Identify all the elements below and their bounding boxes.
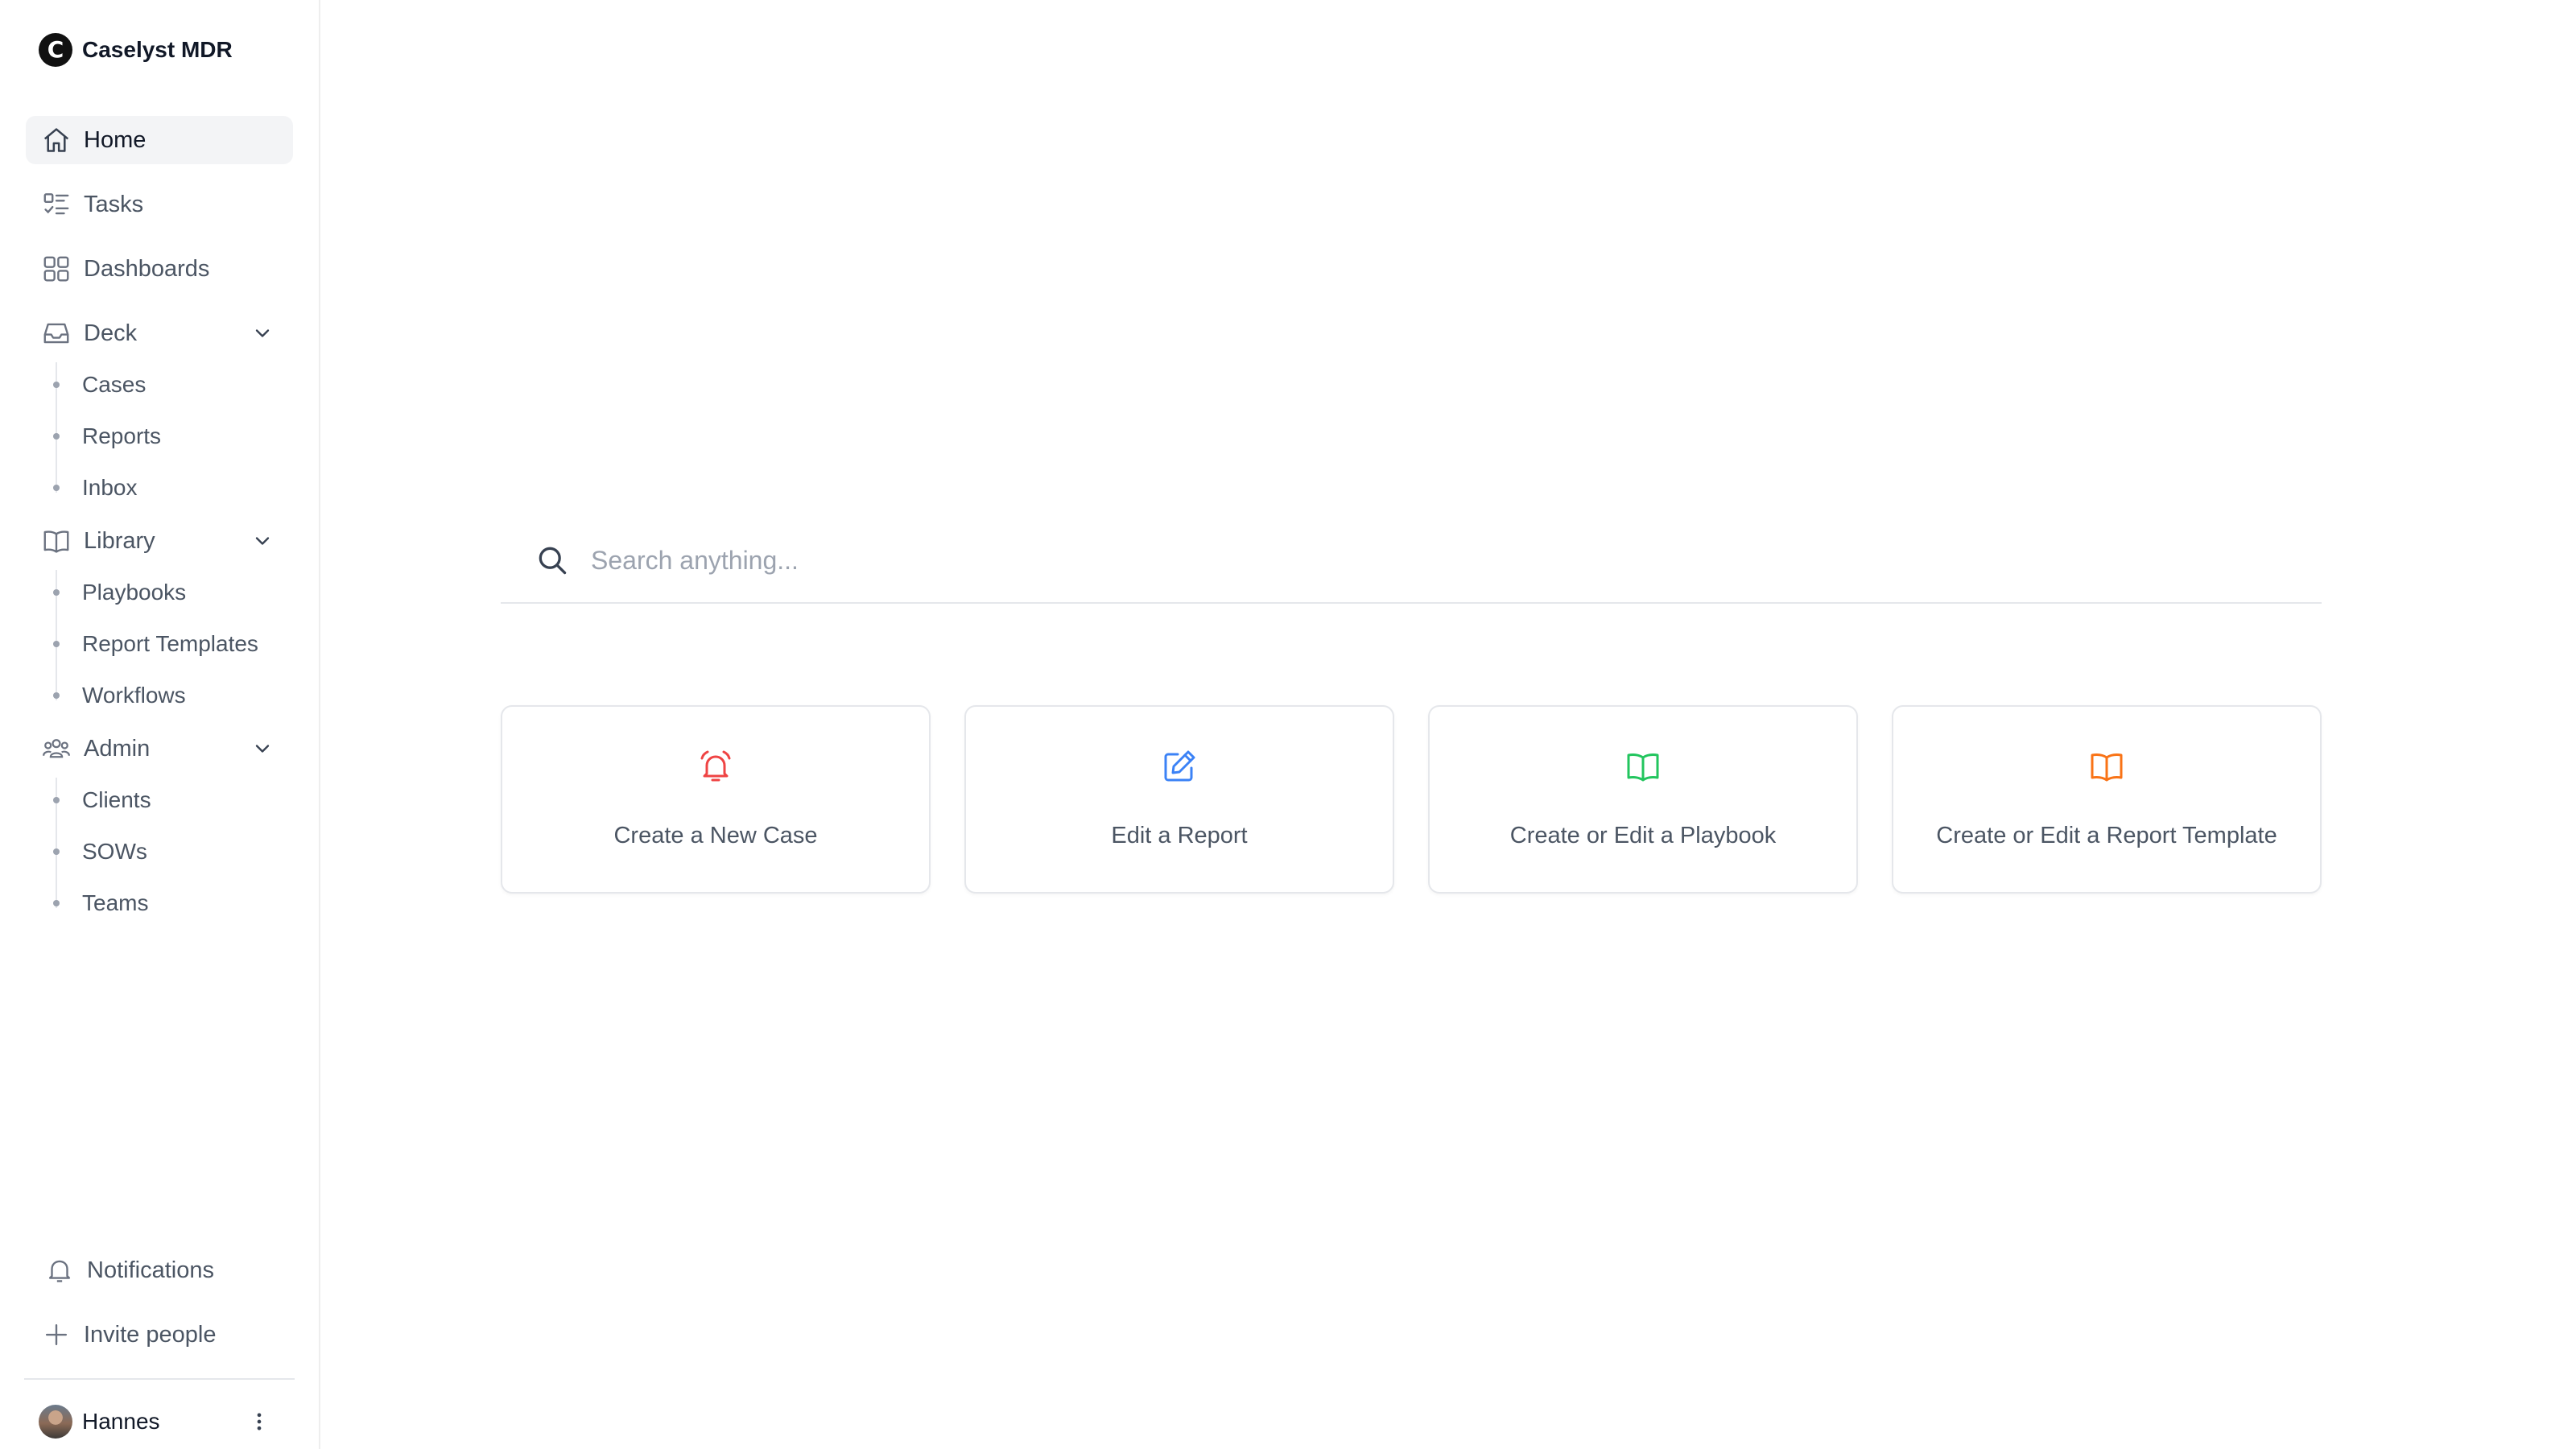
bullet-dot: [53, 797, 60, 803]
sidebar-subitem-workflows[interactable]: Workflows: [50, 676, 186, 715]
sidebar-subitem-label: Reports: [82, 423, 162, 448]
sidebar-subitem-label: Clients: [82, 787, 151, 812]
home-icon: [40, 124, 72, 156]
brand[interactable]: C Caselyst MDR: [39, 32, 233, 68]
sidebar-item-label: Tasks: [84, 191, 144, 217]
sidebar-subitem-label: Inbox: [82, 475, 138, 500]
sidebar-item-label: Admin: [84, 735, 151, 762]
search-icon: [539, 547, 567, 575]
edit-report-card[interactable]: Edit a Report: [964, 705, 1394, 894]
card-label: Create or Edit a Playbook: [1509, 823, 1777, 848]
avatar: [39, 1405, 72, 1439]
sidebar-subitem-teams[interactable]: Teams: [50, 884, 148, 923]
sidebar-subitem-clients[interactable]: Clients: [50, 781, 151, 819]
sidebar-group-library[interactable]: Library: [26, 517, 293, 565]
sidebar-item-dashboards[interactable]: Dashboards: [26, 245, 293, 293]
sidebar: C Caselyst MDR Home Tasks Dashboards Dec…: [0, 0, 320, 1449]
playbook-card[interactable]: Create or Edit a Playbook: [1428, 705, 1858, 894]
user-profile[interactable]: Hannes: [39, 1402, 280, 1441]
sidebar-item-label: Library: [84, 527, 155, 554]
search-input[interactable]: [591, 536, 2281, 584]
sidebar-subitem-playbooks[interactable]: Playbooks: [50, 573, 186, 612]
search-bar: [501, 518, 2322, 604]
sidebar-subitem-label: Workflows: [82, 683, 186, 708]
sidebar-item-label: Deck: [84, 320, 138, 346]
card-label: Edit a Report: [1111, 823, 1248, 848]
sidebar-subitem-reports[interactable]: Reports: [50, 417, 161, 456]
sidebar-item-label: Home: [84, 126, 147, 153]
bullet-dot: [53, 382, 60, 388]
sidebar-subitem-label: SOWs: [82, 839, 147, 864]
sidebar-item-label: Dashboards: [84, 255, 210, 282]
sidebar-group-admin[interactable]: Admin: [26, 724, 293, 773]
dashboard-grid-icon: [40, 253, 72, 285]
sidebar-subitem-label: Report Templates: [82, 631, 258, 656]
brand-logo-icon: C: [39, 33, 72, 67]
report-template-card[interactable]: Create or Edit a Report Template: [1892, 705, 2322, 894]
card-label: Create or Edit a Report Template: [1936, 823, 2277, 848]
users-group-icon: [40, 733, 72, 765]
invite-people-button[interactable]: Invite people: [26, 1311, 293, 1359]
sidebar-item-label: Notifications: [87, 1257, 214, 1283]
create-new-case-card[interactable]: Create a New Case: [501, 705, 931, 894]
open-book-icon: [2091, 753, 2123, 782]
sidebar-item-notifications[interactable]: Notifications: [29, 1246, 296, 1294]
alarm-bell-icon: [700, 750, 731, 782]
sidebar-subitem-sows[interactable]: SOWs: [50, 832, 147, 871]
bullet-dot: [53, 485, 60, 491]
chevron-down-icon[interactable]: [251, 737, 274, 760]
bullet-dot: [53, 692, 60, 699]
sidebar-subitem-inbox[interactable]: Inbox: [50, 469, 138, 507]
more-options-icon[interactable]: [248, 1410, 270, 1433]
bullet-dot: [53, 589, 60, 596]
open-book-icon: [40, 525, 72, 557]
bell-icon: [43, 1254, 76, 1286]
plus-icon: [40, 1319, 72, 1351]
bullet-dot: [53, 641, 60, 647]
sidebar-subitem-report-templates[interactable]: Report Templates: [50, 625, 258, 663]
open-book-icon: [1627, 753, 1659, 782]
edit-pencil-icon: [1164, 750, 1195, 782]
bullet-dot: [53, 433, 60, 440]
user-name: Hannes: [82, 1409, 160, 1434]
sidebar-subitem-label: Teams: [82, 890, 149, 915]
chevron-down-icon[interactable]: [251, 322, 274, 345]
sidebar-item-label: Invite people: [84, 1321, 217, 1348]
chevron-down-icon[interactable]: [251, 530, 274, 552]
card-label: Create a New Case: [613, 823, 818, 848]
brand-name: Caselyst MDR: [82, 37, 233, 62]
app-root: C Caselyst MDR Home Tasks Dashboards Dec…: [0, 0, 2576, 1449]
sidebar-subitem-cases[interactable]: Cases: [50, 365, 146, 404]
sidebar-item-tasks[interactable]: Tasks: [26, 180, 293, 229]
inbox-tray-icon: [40, 317, 72, 349]
tasks-icon: [40, 188, 72, 221]
sidebar-subitem-label: Playbooks: [82, 580, 187, 605]
sidebar-subitem-label: Cases: [82, 372, 147, 397]
sidebar-divider: [24, 1378, 295, 1380]
sidebar-group-deck[interactable]: Deck: [26, 309, 293, 357]
bullet-dot: [53, 900, 60, 906]
bullet-dot: [53, 848, 60, 855]
sidebar-item-home[interactable]: Home: [26, 116, 293, 164]
